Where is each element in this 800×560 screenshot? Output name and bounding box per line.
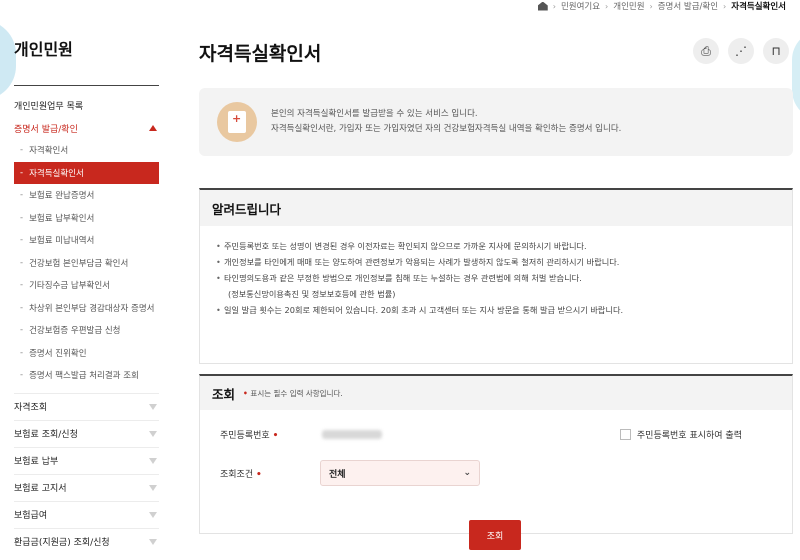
condition-label: 조회조건 • [220, 467, 320, 480]
breadcrumb-item[interactable]: 개인민원 [613, 0, 644, 12]
intro-line: 본인의 자격득실확인서를 발급받을 수 있는 서비스 입니다. [271, 109, 478, 119]
print-rrn-label: 주민등록번호 표시하여 출력 [636, 431, 742, 441]
triangle-down-icon [149, 538, 157, 545]
sidebar-category-label: 자격조회 [14, 403, 48, 413]
sidebar-category-label: 증명서 발급/확인 [14, 124, 78, 135]
notice-item: 개인정보를 타인에게 매매 또는 양도하여 관련정보가 악용되는 사례가 발생하… [216, 254, 792, 270]
notice-heading: 알려드립니다 [200, 190, 792, 226]
checkbox-box[interactable] [619, 429, 631, 440]
decorative-blob-right [792, 30, 800, 120]
sidebar-category-premium-notice[interactable]: 보험료 고지서 [14, 473, 159, 501]
condition-row: 조회조건 • 전체 ⌄ [220, 460, 480, 486]
sidebar-category-refund[interactable]: 환급금(지원금) 조회/신청 [14, 527, 159, 555]
page-tools: ⎙ ⋰ ⊓ [693, 38, 789, 64]
condition-select-value: 전체 [329, 469, 346, 480]
print-icon[interactable]: ⎙ [693, 38, 719, 64]
condition-select[interactable]: 전체 ⌄ [320, 460, 480, 486]
sidebar-item-other-collection[interactable]: 기타징수금 납부확인서 [14, 274, 159, 297]
sidebar-category-premium-payment[interactable]: 보험료 납부 [14, 446, 159, 474]
rrn-masked-value [322, 430, 382, 439]
condition-label-text: 조회조건 [220, 469, 254, 480]
notice-item: 타인명의도용과 같은 부정한 방법으로 개인정보를 침해 또는 누설하는 경우 … [216, 270, 792, 302]
required-note-text: 표시는 필수 입력 사항입니다. [250, 388, 343, 398]
chevron-down-icon: ⌄ [463, 468, 471, 478]
document-paper [228, 111, 246, 133]
print-rrn-checkbox[interactable]: 주민등록번호 표시하여 출력 [619, 428, 742, 441]
bookmark-icon[interactable]: ⊓ [763, 38, 789, 64]
intro-text: 본인의 자격득실확인서를 발급받을 수 있는 서비스 입니다. 자격득실확인서란… [271, 107, 621, 137]
notice-item: 일일 발급 횟수는 20회로 제한되어 있습니다. 20회 초과 시 고객센터 … [216, 302, 792, 318]
sidebar-item-card-mail-request[interactable]: 건강보험증 우편발급 신청 [14, 319, 159, 342]
intro-line: 자격득실확인서란, 가입자 또는 가입자였던 자의 건강보험자격득실 내역을 확… [271, 124, 622, 134]
triangle-down-icon [149, 484, 157, 491]
sidebar-item-unpaid-statement[interactable]: 보험료 미납내역서 [14, 229, 159, 252]
sidebar-item-qualification-history[interactable]: 자격득실확인서 [14, 161, 159, 184]
rrn-label-text: 주민등록번호 [220, 431, 270, 441]
submit-button[interactable]: 조회 [469, 520, 521, 550]
sidebar-item-authenticity-check[interactable]: 증명서 진위확인 [14, 342, 159, 365]
required-note: • 표시는 필수 입력 사항입니다. [243, 388, 343, 399]
sidebar-category-label: 보험급여 [14, 511, 48, 521]
sidebar-category-label: 보험료 납부 [14, 457, 59, 467]
breadcrumb-item[interactable]: 증명서 발급/확인 [658, 0, 718, 12]
chevron-right-icon: › [723, 1, 727, 11]
required-dot: • [272, 431, 279, 441]
sidebar-category-label: 보험료 조회/신청 [14, 430, 78, 440]
sidebar-category-premium-lookup[interactable]: 보험료 조회/신청 [14, 419, 159, 447]
share-icon[interactable]: ⋰ [728, 38, 754, 64]
sidebar-category-label: 환급금(지원금) 조회/신청 [14, 538, 110, 548]
sidebar-item-qualification-certificate[interactable]: 자격확인서 [14, 139, 159, 162]
notice-item: 주민등록번호 또는 성명이 변경된 경우 이전자료는 확인되지 않으므로 가까운… [216, 238, 792, 254]
sidebar-category-benefits[interactable]: 보험급여 [14, 500, 159, 528]
chevron-right-icon: › [649, 1, 653, 11]
sidebar-item-fax-result[interactable]: 증명서 팩스발급 처리결과 조회 [14, 364, 159, 387]
sidebar-category-label: 보험료 고지서 [14, 484, 67, 494]
notice-item-continuation: (정보통신망이용촉진 및 정보보호등에 관한 법률) [228, 289, 396, 299]
notice-item-text: 타인명의도용과 같은 부정한 방법으로 개인정보를 침해 또는 누설하는 경우 … [224, 273, 582, 283]
breadcrumb-current: 자격득실확인서 [731, 2, 786, 12]
breadcrumb: › 민원여기요 › 개인민원 › 증명서 발급/확인 › 자격득실확인서 [537, 0, 786, 12]
sidebar-menu-list-link[interactable]: 개인민원업무 목록 [14, 99, 159, 117]
sidebar-item-full-payment-certificate[interactable]: 보험료 완납증명서 [14, 184, 159, 207]
required-dot: • [256, 469, 262, 480]
sidebar-categories: 자격조회 보험료 조회/신청 보험료 납부 보험료 고지서 보험급여 환급금(지… [14, 392, 159, 555]
sidebar-submenu: 자격확인서 자격득실확인서 보험료 완납증명서 보험료 납부확인서 보험료 미납… [14, 139, 159, 387]
rrn-row: 주민등록번호 • [220, 428, 382, 441]
chevron-right-icon: › [605, 1, 609, 11]
sidebar: 개인민원 개인민원업무 목록 증명서 발급/확인 자격확인서 자격득실확인서 보… [14, 34, 159, 555]
home-icon[interactable] [537, 1, 548, 11]
sidebar-item-copayment-confirmation[interactable]: 건강보험 본인부담금 확인서 [14, 252, 159, 275]
query-heading-bar: 조회 • 표시는 필수 입력 사항입니다. [200, 376, 792, 410]
notice-list: 주민등록번호 또는 성명이 변경된 경우 이전자료는 확인되지 않으므로 가까운… [200, 226, 792, 318]
rrn-label: 주민등록번호 • [220, 428, 320, 441]
sidebar-item-near-poverty-certificate[interactable]: 차상위 본인부담 경감대상자 증명서 [14, 297, 159, 320]
triangle-down-icon [149, 457, 157, 464]
chevron-right-icon: › [552, 1, 556, 11]
main-content: 자격득실확인서 ⎙ ⋰ ⊓ 본인의 자격득실확인서를 발급받을 수 있는 서비스… [199, 34, 793, 550]
notice-box: 알려드립니다 주민등록번호 또는 성명이 변경된 경우 이전자료는 확인되지 않… [199, 188, 793, 364]
medical-document-icon [217, 102, 257, 142]
sidebar-category-qualification-lookup[interactable]: 자격조회 [14, 392, 159, 420]
sidebar-category-certificates[interactable]: 증명서 발급/확인 [14, 117, 159, 139]
sidebar-title: 개인민원 [14, 34, 159, 86]
triangle-down-icon [149, 430, 157, 437]
page: › 민원여기요 › 개인민원 › 증명서 발급/확인 › 자격득실확인서 개인민… [0, 0, 800, 560]
service-intro: 본인의 자격득실확인서를 발급받을 수 있는 서비스 입니다. 자격득실확인서란… [199, 88, 793, 156]
triangle-down-icon [149, 403, 157, 410]
query-heading: 조회 [212, 386, 236, 402]
sidebar-item-payment-confirmation[interactable]: 보험료 납부확인서 [14, 207, 159, 230]
triangle-down-icon [149, 511, 157, 518]
triangle-up-icon [149, 125, 157, 131]
query-form: 조회 • 표시는 필수 입력 사항입니다. 주민등록번호 • 주민등록번호 표시… [199, 374, 793, 534]
breadcrumb-item[interactable]: 민원여기요 [561, 0, 600, 12]
